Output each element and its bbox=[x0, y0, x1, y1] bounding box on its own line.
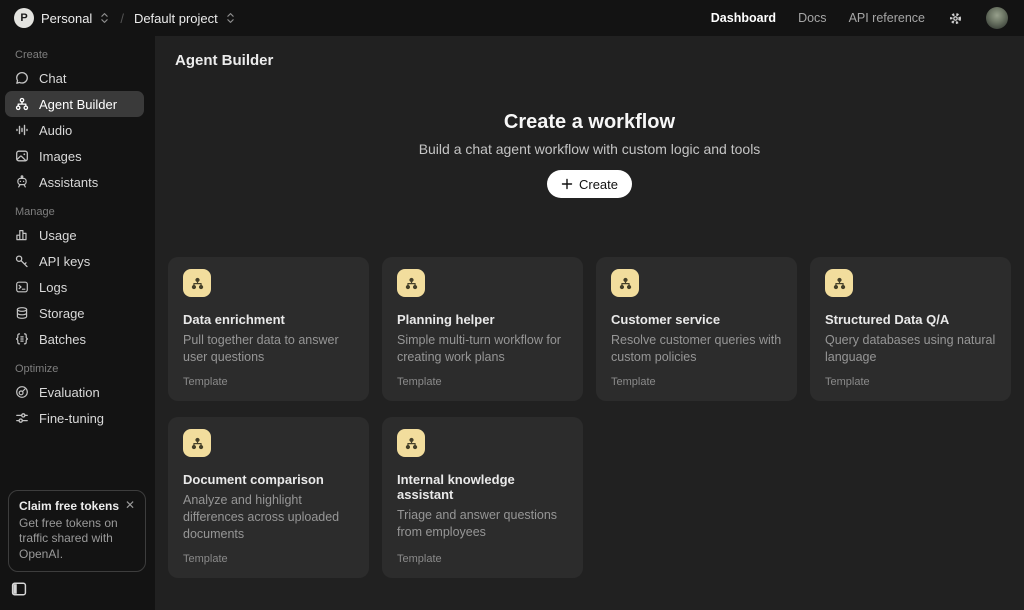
card-title: Customer service bbox=[611, 312, 721, 327]
breadcrumb-separator: / bbox=[120, 10, 124, 26]
sidebar-item-storage[interactable]: Storage bbox=[5, 300, 144, 326]
card-title: Document comparison bbox=[183, 472, 324, 487]
card-badge: Template bbox=[825, 376, 870, 388]
chevron-updown-icon[interactable] bbox=[99, 11, 110, 25]
nav-dashboard[interactable]: Dashboard bbox=[711, 11, 776, 25]
sidebar-item-label: Chat bbox=[39, 70, 67, 86]
section-label-optimize: Optimize bbox=[15, 363, 59, 375]
sidebar-item-evaluation[interactable]: Evaluation bbox=[5, 379, 144, 405]
close-icon[interactable]: ✕ bbox=[125, 499, 135, 511]
workflow-icon bbox=[825, 269, 853, 297]
robot-icon bbox=[17, 175, 27, 188]
hero-subtitle: Build a chat agent workflow with custom … bbox=[418, 141, 761, 157]
card-badge: Template bbox=[397, 376, 442, 388]
card-description: Query databases using natural language bbox=[825, 333, 996, 364]
sidebar-item-label: Audio bbox=[39, 122, 73, 138]
topbar-nav: Dashboard Docs API reference bbox=[711, 7, 1008, 29]
database-icon bbox=[16, 307, 28, 319]
promo-body: Get free tokens on traffic shared with O… bbox=[19, 515, 118, 561]
template-card-planning-helper[interactable]: Planning helper Simple multi-turn workfl… bbox=[382, 257, 583, 401]
sidebar-item-label: Assistants bbox=[39, 174, 99, 190]
sidebar-item-label: Storage bbox=[39, 305, 85, 321]
bar-chart-icon bbox=[16, 230, 27, 241]
card-title: Data enrichment bbox=[183, 312, 285, 327]
template-card-document-comparison[interactable]: Document comparison Analyze and highligh… bbox=[168, 417, 369, 578]
section-label-manage: Manage bbox=[15, 206, 55, 218]
card-title: Structured Data Q/A bbox=[825, 312, 950, 327]
workflow-icon bbox=[397, 269, 425, 297]
nav-api-reference[interactable]: API reference bbox=[849, 11, 925, 25]
hero-title: Create a workflow bbox=[503, 111, 676, 133]
card-badge: Template bbox=[397, 553, 442, 565]
card-badge: Template bbox=[183, 553, 228, 565]
template-card-internal-knowledge-assistant[interactable]: Internal knowledge assistant Triage and … bbox=[382, 417, 583, 578]
sliders-icon bbox=[16, 413, 28, 423]
collapse-sidebar-icon[interactable] bbox=[10, 580, 28, 598]
sidebar-item-assistants[interactable]: Assistants bbox=[5, 169, 144, 195]
sidebar-item-label: Logs bbox=[39, 279, 68, 295]
card-badge: Template bbox=[183, 376, 228, 388]
card-description: Simple multi-turn workflow for creating … bbox=[397, 333, 561, 364]
card-description: Triage and answer questions from employe… bbox=[397, 508, 558, 539]
template-grid: Data enrichment Pull together data to an… bbox=[155, 257, 1024, 578]
sidebar-item-label: Images bbox=[39, 148, 82, 164]
sidebar-item-label: API keys bbox=[39, 253, 91, 269]
sidebar-item-audio[interactable]: Audio bbox=[5, 117, 144, 143]
org-avatar-letter: P bbox=[20, 12, 28, 24]
topbar: P Personal / Default project Dashboard D… bbox=[0, 0, 1024, 36]
create-button-label: Create bbox=[578, 176, 619, 192]
sidebar-item-label: Agent Builder bbox=[39, 96, 118, 112]
page-title: Agent Builder bbox=[175, 52, 274, 69]
nav-docs[interactable]: Docs bbox=[798, 11, 826, 25]
braces-list-icon bbox=[16, 333, 28, 345]
sidebar-item-images[interactable]: Images bbox=[5, 143, 144, 169]
sidebar-item-fine-tuning[interactable]: Fine-tuning bbox=[5, 405, 144, 431]
org-avatar: P bbox=[14, 8, 34, 28]
claim-free-tokens-card: Claim free tokens ✕ Get free tokens on t… bbox=[8, 489, 146, 572]
main-content: Agent Builder Create a workflow Build a … bbox=[155, 36, 1024, 610]
compass-icon bbox=[16, 386, 28, 398]
sidebar-item-chat[interactable]: Chat bbox=[5, 65, 144, 91]
sidebar-item-label: Batches bbox=[39, 331, 86, 347]
card-title: Planning helper bbox=[397, 312, 495, 327]
section-label-create: Create bbox=[15, 49, 49, 61]
hero: Create a workflow Build a chat agent wor… bbox=[155, 111, 1024, 198]
workflow-icon bbox=[183, 429, 211, 457]
template-card-structured-data-qa[interactable]: Structured Data Q/A Query databases usin… bbox=[810, 257, 1011, 401]
card-title: Internal knowledge assistant bbox=[397, 472, 515, 502]
chevron-updown-icon[interactable] bbox=[225, 11, 236, 25]
workflow-icon bbox=[15, 97, 29, 111]
plus-icon bbox=[561, 178, 573, 190]
org-switcher[interactable]: Personal bbox=[41, 11, 92, 26]
sidebar: Create Chat Agent Builder Audio Images A… bbox=[0, 36, 155, 610]
terminal-icon bbox=[16, 281, 28, 293]
sidebar-item-label: Evaluation bbox=[39, 384, 100, 400]
workflow-icon bbox=[183, 269, 211, 297]
sidebar-item-api-keys[interactable]: API keys bbox=[5, 248, 144, 274]
workflow-icon bbox=[397, 429, 425, 457]
image-icon bbox=[16, 150, 28, 162]
audio-waveform-icon bbox=[16, 124, 28, 136]
gear-icon[interactable] bbox=[947, 10, 964, 27]
sidebar-item-label: Usage bbox=[39, 227, 77, 243]
template-card-data-enrichment[interactable]: Data enrichment Pull together data to an… bbox=[168, 257, 369, 401]
template-card-customer-service[interactable]: Customer service Resolve customer querie… bbox=[596, 257, 797, 401]
card-description: Analyze and highlight differences across… bbox=[183, 493, 340, 541]
workflow-icon bbox=[611, 269, 639, 297]
sidebar-item-logs[interactable]: Logs bbox=[5, 274, 144, 300]
sidebar-item-agent-builder[interactable]: Agent Builder bbox=[5, 91, 144, 117]
promo-title: Claim free tokens bbox=[19, 498, 120, 513]
card-description: Pull together data to answer user questi… bbox=[183, 333, 339, 364]
workspace-breadcrumb: P Personal / Default project bbox=[14, 8, 236, 28]
card-badge: Template bbox=[611, 376, 656, 388]
create-workflow-button[interactable]: Create bbox=[546, 170, 633, 198]
project-switcher[interactable]: Default project bbox=[134, 11, 218, 26]
card-description: Resolve customer queries with custom pol… bbox=[611, 333, 782, 364]
sidebar-item-label: Fine-tuning bbox=[39, 410, 105, 426]
user-avatar[interactable] bbox=[986, 7, 1008, 29]
key-icon bbox=[15, 255, 28, 268]
chat-icon bbox=[16, 71, 28, 84]
sidebar-item-usage[interactable]: Usage bbox=[5, 222, 144, 248]
sidebar-item-batches[interactable]: Batches bbox=[5, 326, 144, 352]
